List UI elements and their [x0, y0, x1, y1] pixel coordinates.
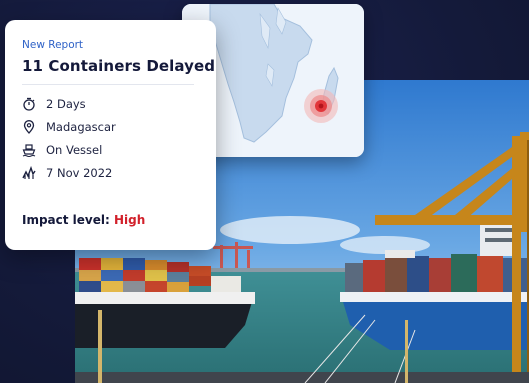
ship-icon — [22, 143, 36, 157]
location-pin-icon — [22, 120, 36, 134]
detail-date-text: 7 Nov 2022 — [46, 166, 113, 180]
divider — [22, 84, 194, 85]
impact-label: Impact level: — [22, 213, 110, 227]
detail-duration: 2 Days — [22, 95, 86, 113]
hero-stage: New Report 11 Containers Delayed 2 Days … — [0, 0, 529, 383]
detail-status: On Vessel — [22, 141, 102, 159]
stopwatch-icon — [22, 97, 36, 111]
detail-location-text: Madagascar — [46, 120, 116, 134]
detail-duration-text: 2 Days — [46, 97, 86, 111]
impact-value: High — [114, 213, 146, 227]
detail-location: Madagascar — [22, 118, 116, 136]
report-card: New Report 11 Containers Delayed 2 Days … — [5, 20, 216, 250]
impact-level: Impact level: High — [22, 213, 145, 227]
report-title: 11 Containers Delayed — [22, 57, 216, 75]
chart-trend-icon — [22, 166, 36, 180]
report-eyebrow: New Report — [22, 39, 84, 51]
detail-date: 7 Nov 2022 — [22, 164, 112, 182]
detail-status-text: On Vessel — [46, 143, 103, 157]
